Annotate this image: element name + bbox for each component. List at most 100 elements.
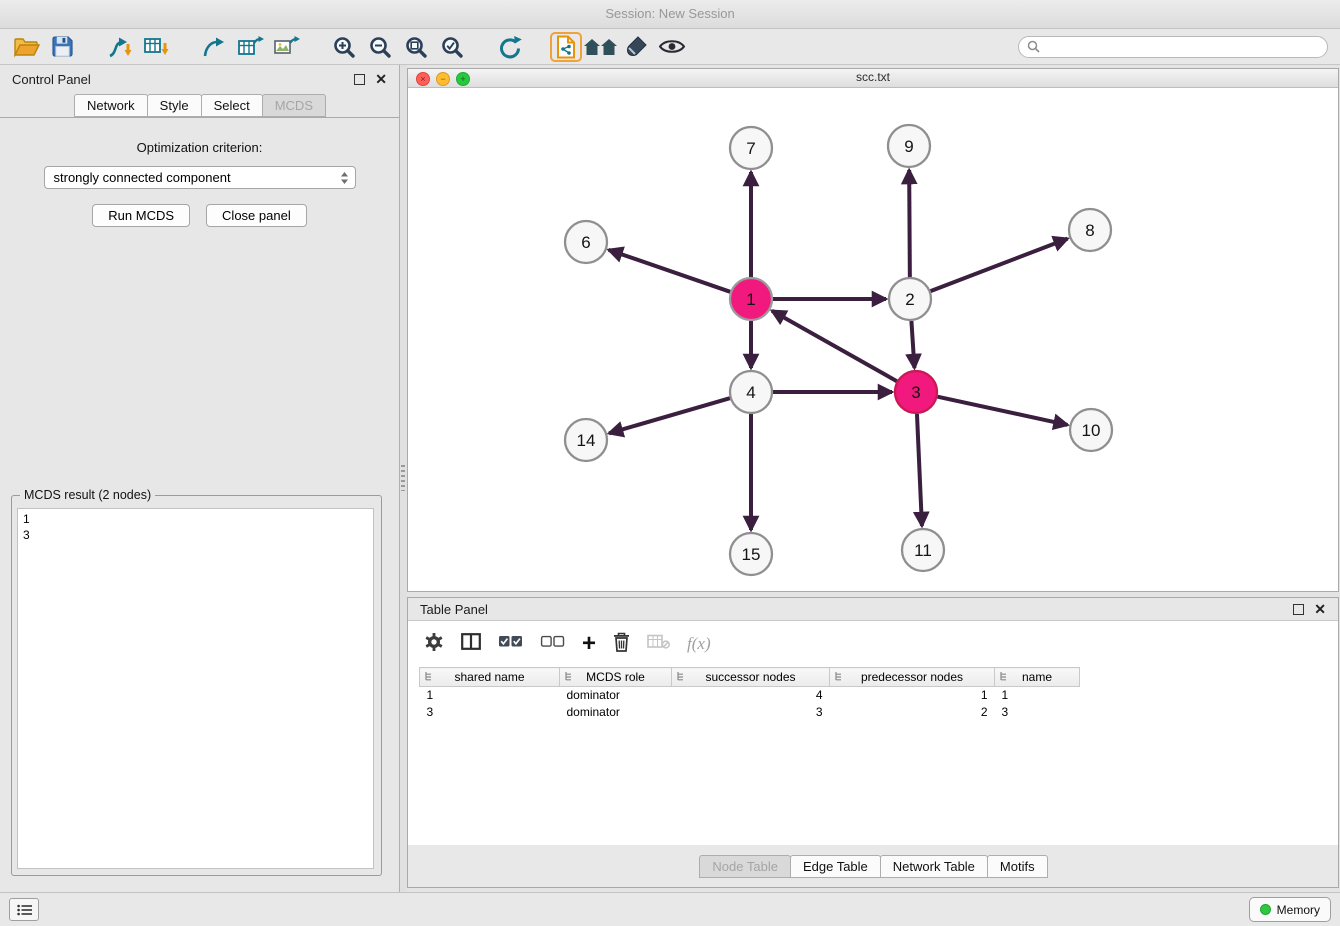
style-brush-icon[interactable] [618, 32, 654, 62]
tab-mcds[interactable]: MCDS [262, 94, 326, 117]
node-1[interactable]: 1 [730, 278, 772, 320]
search-field[interactable] [1018, 36, 1328, 58]
node-8[interactable]: 8 [1069, 209, 1111, 251]
column-header-mcds-role[interactable]: MCDS role [560, 668, 672, 687]
node-3[interactable]: 3 [895, 371, 937, 413]
edge-2-9[interactable] [909, 170, 910, 277]
close-table-panel-icon[interactable]: ✕ [1314, 602, 1326, 616]
application-window: Session: New Session [0, 0, 1340, 926]
open-session-icon[interactable] [8, 32, 44, 62]
memory-button[interactable]: Memory [1249, 897, 1331, 922]
table-cell-successor-nodes[interactable]: 3 [672, 704, 830, 721]
deselect-all-icon[interactable] [540, 634, 565, 654]
panel-splitter[interactable] [400, 65, 407, 892]
svg-text:14: 14 [577, 431, 596, 450]
edge-1-6[interactable] [609, 250, 731, 292]
export-image-icon[interactable] [268, 32, 304, 62]
float-table-panel-icon[interactable] [1293, 604, 1304, 615]
export-network-icon[interactable] [196, 32, 232, 62]
column-header-predecessor-nodes[interactable]: predecessor nodes [830, 668, 995, 687]
mcds-result-list[interactable]: 13 [17, 508, 374, 869]
result-line: 3 [23, 527, 368, 543]
edge-2-3[interactable] [911, 321, 914, 368]
zoom-in-icon[interactable] [326, 32, 362, 62]
zoom-fit-icon[interactable] [398, 32, 434, 62]
column-header-label: successor nodes [705, 670, 795, 684]
table-cell-predecessor-nodes[interactable]: 2 [830, 704, 995, 721]
node-15[interactable]: 15 [730, 533, 772, 575]
zoom-out-icon[interactable] [362, 32, 398, 62]
show-columns-icon[interactable] [461, 633, 481, 655]
node-table-body: 1dominator4113dominator323 [420, 687, 1080, 722]
show-hide-eye-icon[interactable] [654, 32, 690, 62]
svg-text:7: 7 [746, 139, 755, 158]
tab-network-table[interactable]: Network Table [880, 855, 988, 878]
edge-3-10[interactable] [937, 397, 1067, 425]
node-table-header-row: shared name MCDS role successor nodes prede… [420, 668, 1080, 687]
tab-edge-table[interactable]: Edge Table [790, 855, 881, 878]
import-table-icon[interactable] [138, 32, 174, 62]
network-graph[interactable]: 7 9 6 8 1 2 4 3 10 14 15 11 [408, 88, 1338, 592]
node-7[interactable]: 7 [730, 127, 772, 169]
column-header-label: MCDS role [586, 670, 645, 684]
edge-3-1[interactable] [772, 311, 897, 381]
tab-select[interactable]: Select [201, 94, 263, 117]
network-window-titlebar[interactable]: × − + scc.txt [408, 69, 1338, 88]
table-cell-predecessor-nodes[interactable]: 1 [830, 687, 995, 705]
float-panel-icon[interactable] [354, 74, 365, 85]
import-network-icon[interactable] [102, 32, 138, 62]
criterion-dropdown[interactable]: strongly connected component [44, 166, 356, 189]
table-cell-mcds-role[interactable]: dominator [560, 704, 672, 721]
run-mcds-button[interactable]: Run MCDS [92, 204, 190, 227]
show-panels-button[interactable] [9, 898, 39, 921]
node-10[interactable]: 10 [1070, 409, 1112, 451]
edge-3-11[interactable] [917, 414, 922, 526]
delete-column-icon[interactable] [613, 632, 630, 657]
table-cell-shared-name[interactable]: 1 [420, 687, 560, 705]
table-cell-successor-nodes[interactable]: 4 [672, 687, 830, 705]
edge-2-8[interactable] [931, 239, 1068, 292]
tab-node-table[interactable]: Node Table [699, 855, 791, 878]
column-header-label: name [1022, 670, 1052, 684]
node-9[interactable]: 9 [888, 125, 930, 167]
svg-text:6: 6 [581, 233, 590, 252]
table-cell-name[interactable]: 1 [995, 687, 1080, 705]
tab-network[interactable]: Network [74, 94, 148, 117]
table-row[interactable]: 1dominator411 [420, 687, 1080, 705]
node-11[interactable]: 11 [902, 529, 944, 571]
column-sort-icon [564, 671, 574, 685]
node-14[interactable]: 14 [565, 419, 607, 461]
search-input[interactable] [1045, 39, 1319, 55]
export-table-icon[interactable] [232, 32, 268, 62]
splitter-handle-icon[interactable] [401, 465, 405, 491]
svg-text:9: 9 [904, 137, 913, 156]
close-panel-button[interactable]: Close panel [206, 204, 307, 227]
window-close-icon[interactable]: × [416, 72, 430, 86]
save-session-icon[interactable] [44, 32, 80, 62]
column-header-label: predecessor nodes [861, 670, 963, 684]
column-header-shared-name[interactable]: shared name [420, 668, 560, 687]
node-4[interactable]: 4 [730, 371, 772, 413]
node-2[interactable]: 2 [889, 278, 931, 320]
table-cell-shared-name[interactable]: 3 [420, 704, 560, 721]
table-row[interactable]: 3dominator323 [420, 704, 1080, 721]
tab-motifs[interactable]: Motifs [987, 855, 1048, 878]
select-all-icon[interactable] [498, 634, 523, 654]
column-header-successor-nodes[interactable]: successor nodes [672, 668, 830, 687]
share-network-icon[interactable] [550, 32, 582, 62]
table-cell-name[interactable]: 3 [995, 704, 1080, 721]
add-column-icon[interactable]: + [582, 634, 596, 654]
edge-4-14[interactable] [609, 398, 730, 433]
window-zoom-icon[interactable]: + [456, 72, 470, 86]
column-header-name[interactable]: name [995, 668, 1080, 687]
window-minimize-icon[interactable]: − [436, 72, 450, 86]
close-control-panel-icon[interactable]: ✕ [375, 72, 387, 86]
node-6[interactable]: 6 [565, 221, 607, 263]
table-settings-gear-icon[interactable] [424, 632, 444, 657]
tab-style[interactable]: Style [147, 94, 202, 117]
column-header-label: shared name [454, 670, 524, 684]
refresh-layout-icon[interactable] [492, 32, 528, 62]
table-cell-mcds-role[interactable]: dominator [560, 687, 672, 705]
cytoscape-home-icon[interactable] [582, 32, 618, 62]
zoom-selected-icon[interactable] [434, 32, 470, 62]
